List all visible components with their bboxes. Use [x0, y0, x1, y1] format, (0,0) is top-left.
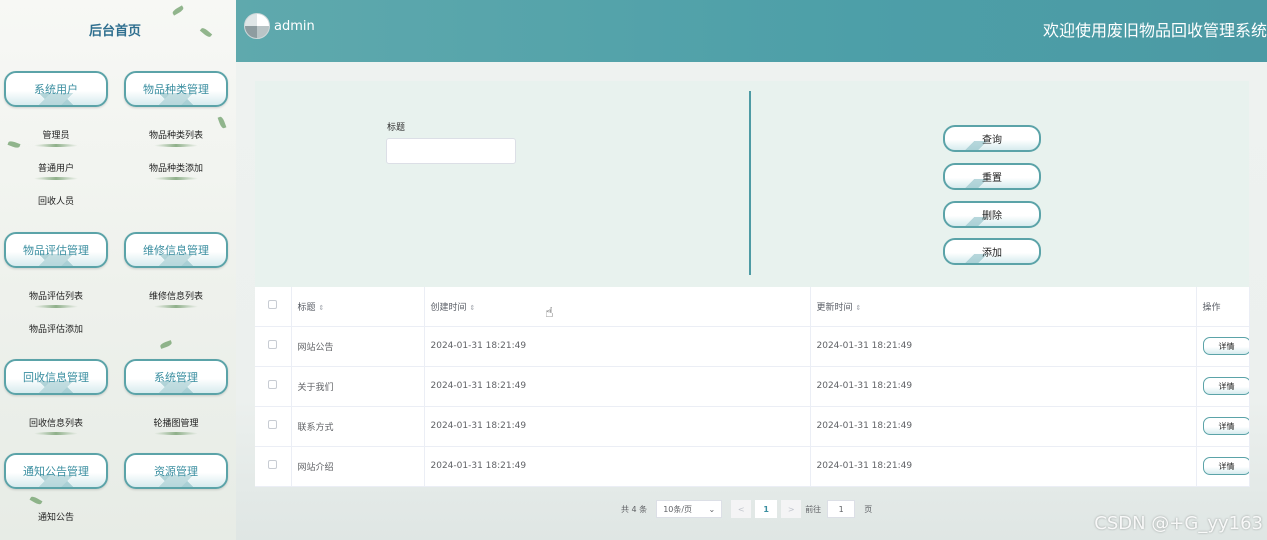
- table-row: 关于我们 2024-01-31 18:21:49 2024-01-31 18:2…: [255, 366, 1250, 407]
- next-page-button[interactable]: >: [781, 500, 802, 518]
- menu-system-management[interactable]: 系统管理: [124, 359, 228, 395]
- submenu-category-list[interactable]: 物品种类列表: [126, 128, 226, 147]
- row-checkbox[interactable]: [255, 366, 292, 407]
- submenu-category-add[interactable]: 物品种类添加: [126, 161, 226, 180]
- submenu-carousel[interactable]: 轮播图管理: [126, 416, 226, 435]
- avatar-icon[interactable]: [244, 13, 270, 39]
- cell-updated: 2024-01-31 18:21:49: [810, 326, 1197, 367]
- page-size-select[interactable]: 10条/页 ⌄: [656, 500, 723, 518]
- submenu-repair-list[interactable]: 维修信息列表: [126, 289, 226, 308]
- menu-recycle-info[interactable]: 回收信息管理: [4, 359, 108, 395]
- leaf-decoration: [199, 26, 213, 39]
- cell-actions: 详情: [1196, 446, 1250, 487]
- cell-created: 2024-01-31 18:21:49: [424, 446, 811, 487]
- delete-button[interactable]: 删除: [943, 201, 1041, 228]
- column-created[interactable]: 创建时间 ⇕: [424, 287, 811, 327]
- cell-actions: 详情: [1196, 406, 1250, 447]
- panel-divider: [749, 91, 751, 275]
- title-search-input[interactable]: [386, 138, 516, 164]
- hand-pointer-icon: ☝: [545, 305, 554, 321]
- title-label: 标题: [387, 123, 406, 133]
- prev-page-button[interactable]: <: [731, 500, 752, 518]
- menu-label: 通知公告管理: [23, 465, 89, 478]
- sort-caret-icon[interactable]: ⇕: [470, 304, 476, 312]
- main-content: 标题 查询 重置 删除 添加 标题 ⇕ 创建时间 ⇕ 更新时间 ⇕ 操作 网站公告 2…: [236, 62, 1267, 540]
- total-count: 共 4 条: [621, 504, 648, 514]
- data-table: 标题 ⇕ 创建时间 ⇕ 更新时间 ⇕ 操作 网站公告 2024-01-31 18:21…: [255, 287, 1250, 487]
- submenu-evaluation-list[interactable]: 物品评估列表: [6, 289, 106, 308]
- cell-created: 2024-01-31 18:21:49: [424, 366, 811, 407]
- menu-label: 系统管理: [154, 371, 198, 384]
- chevron-down-icon: ⌄: [708, 504, 716, 514]
- row-checkbox[interactable]: [255, 406, 292, 447]
- submenu-admin[interactable]: 管理员: [6, 128, 106, 147]
- leaf-decoration: [159, 340, 173, 349]
- menu-repair-info[interactable]: 维修信息管理: [124, 232, 228, 268]
- table-row: 网站介绍 2024-01-31 18:21:49 2024-01-31 18:2…: [255, 446, 1250, 487]
- cell-actions: 详情: [1196, 366, 1250, 407]
- cell-title: 联系方式: [291, 406, 425, 447]
- row-checkbox[interactable]: [255, 446, 292, 487]
- menu-item-evaluation[interactable]: 物品评估管理: [4, 232, 108, 268]
- table-row: 网站公告 2024-01-31 18:21:49 2024-01-31 18:2…: [255, 326, 1250, 367]
- select-all-checkbox[interactable]: [255, 287, 292, 327]
- submenu-normal-user[interactable]: 普通用户: [6, 161, 106, 180]
- search-panel: 标题 查询 重置 删除 添加: [255, 81, 1249, 287]
- goto-prefix: 前往: [805, 504, 822, 514]
- cell-updated: 2024-01-31 18:21:49: [810, 446, 1197, 487]
- leaf-decoration: [29, 495, 43, 506]
- detail-button[interactable]: 详情: [1202, 417, 1248, 435]
- menu-label: 回收信息管理: [23, 371, 89, 384]
- submenu-notice[interactable]: 通知公告: [6, 510, 106, 523]
- cell-created: 2024-01-31 18:21:49: [424, 326, 811, 367]
- sort-caret-icon[interactable]: ⇕: [856, 304, 862, 312]
- cell-updated: 2024-01-31 18:21:49: [810, 406, 1197, 447]
- sidebar-home-link[interactable]: 后台首页: [60, 20, 170, 39]
- cell-title: 关于我们: [291, 366, 425, 407]
- cell-created: 2024-01-31 18:21:49: [424, 406, 811, 447]
- sort-caret-icon[interactable]: ⇕: [319, 304, 325, 312]
- add-button[interactable]: 添加: [943, 238, 1041, 265]
- menu-label: 物品种类管理: [143, 83, 209, 96]
- menu-system-users[interactable]: 系统用户: [4, 71, 108, 107]
- table-row: 联系方式 2024-01-31 18:21:49 2024-01-31 18:2…: [255, 406, 1250, 447]
- table-header: 标题 ⇕ 创建时间 ⇕ 更新时间 ⇕ 操作: [255, 287, 1250, 327]
- menu-label: 维修信息管理: [143, 244, 209, 257]
- detail-button[interactable]: 详情: [1202, 337, 1248, 355]
- submenu-evaluation-add[interactable]: 物品评估添加: [6, 322, 106, 335]
- cell-title: 网站公告: [291, 326, 425, 367]
- goto-suffix: 页: [864, 504, 873, 514]
- row-checkbox[interactable]: [255, 326, 292, 367]
- cell-title: 网站介绍: [291, 446, 425, 487]
- watermark: CSDN @+G_yy163: [1094, 513, 1263, 534]
- cell-actions: 详情: [1196, 326, 1250, 367]
- menu-notice[interactable]: 通知公告管理: [4, 453, 108, 489]
- detail-button[interactable]: 详情: [1202, 377, 1248, 395]
- current-page[interactable]: 1: [755, 500, 778, 518]
- cell-updated: 2024-01-31 18:21:49: [810, 366, 1197, 407]
- menu-label: 系统用户: [34, 83, 78, 96]
- detail-button[interactable]: 详情: [1202, 457, 1248, 475]
- submenu-recycler[interactable]: 回收人员: [6, 194, 106, 207]
- menu-label: 物品评估管理: [23, 244, 89, 257]
- menu-item-category[interactable]: 物品种类管理: [124, 71, 228, 107]
- sidebar: 后台首页 系统用户 物品种类管理 管理员 物品种类列表 普通用户 物品种类添加 …: [0, 0, 236, 540]
- pagination: 共 4 条 10条/页 ⌄ < 1 > 前往 1 页: [621, 500, 881, 518]
- system-title: 欢迎使用废旧物品回收管理系统: [1042, 21, 1267, 40]
- goto-page-input[interactable]: 1: [827, 500, 856, 518]
- leaf-decoration: [171, 5, 185, 16]
- submenu-recycle-list[interactable]: 回收信息列表: [6, 416, 106, 435]
- column-title[interactable]: 标题 ⇕: [291, 287, 425, 327]
- column-updated[interactable]: 更新时间 ⇕: [810, 287, 1197, 327]
- username[interactable]: admin: [274, 19, 315, 34]
- menu-label: 资源管理: [154, 465, 198, 478]
- reset-button[interactable]: 重置: [943, 163, 1041, 190]
- query-button[interactable]: 查询: [943, 125, 1041, 152]
- top-header: admin 欢迎使用废旧物品回收管理系统: [236, 0, 1267, 62]
- menu-resources[interactable]: 资源管理: [124, 453, 228, 489]
- column-actions: 操作: [1196, 287, 1250, 327]
